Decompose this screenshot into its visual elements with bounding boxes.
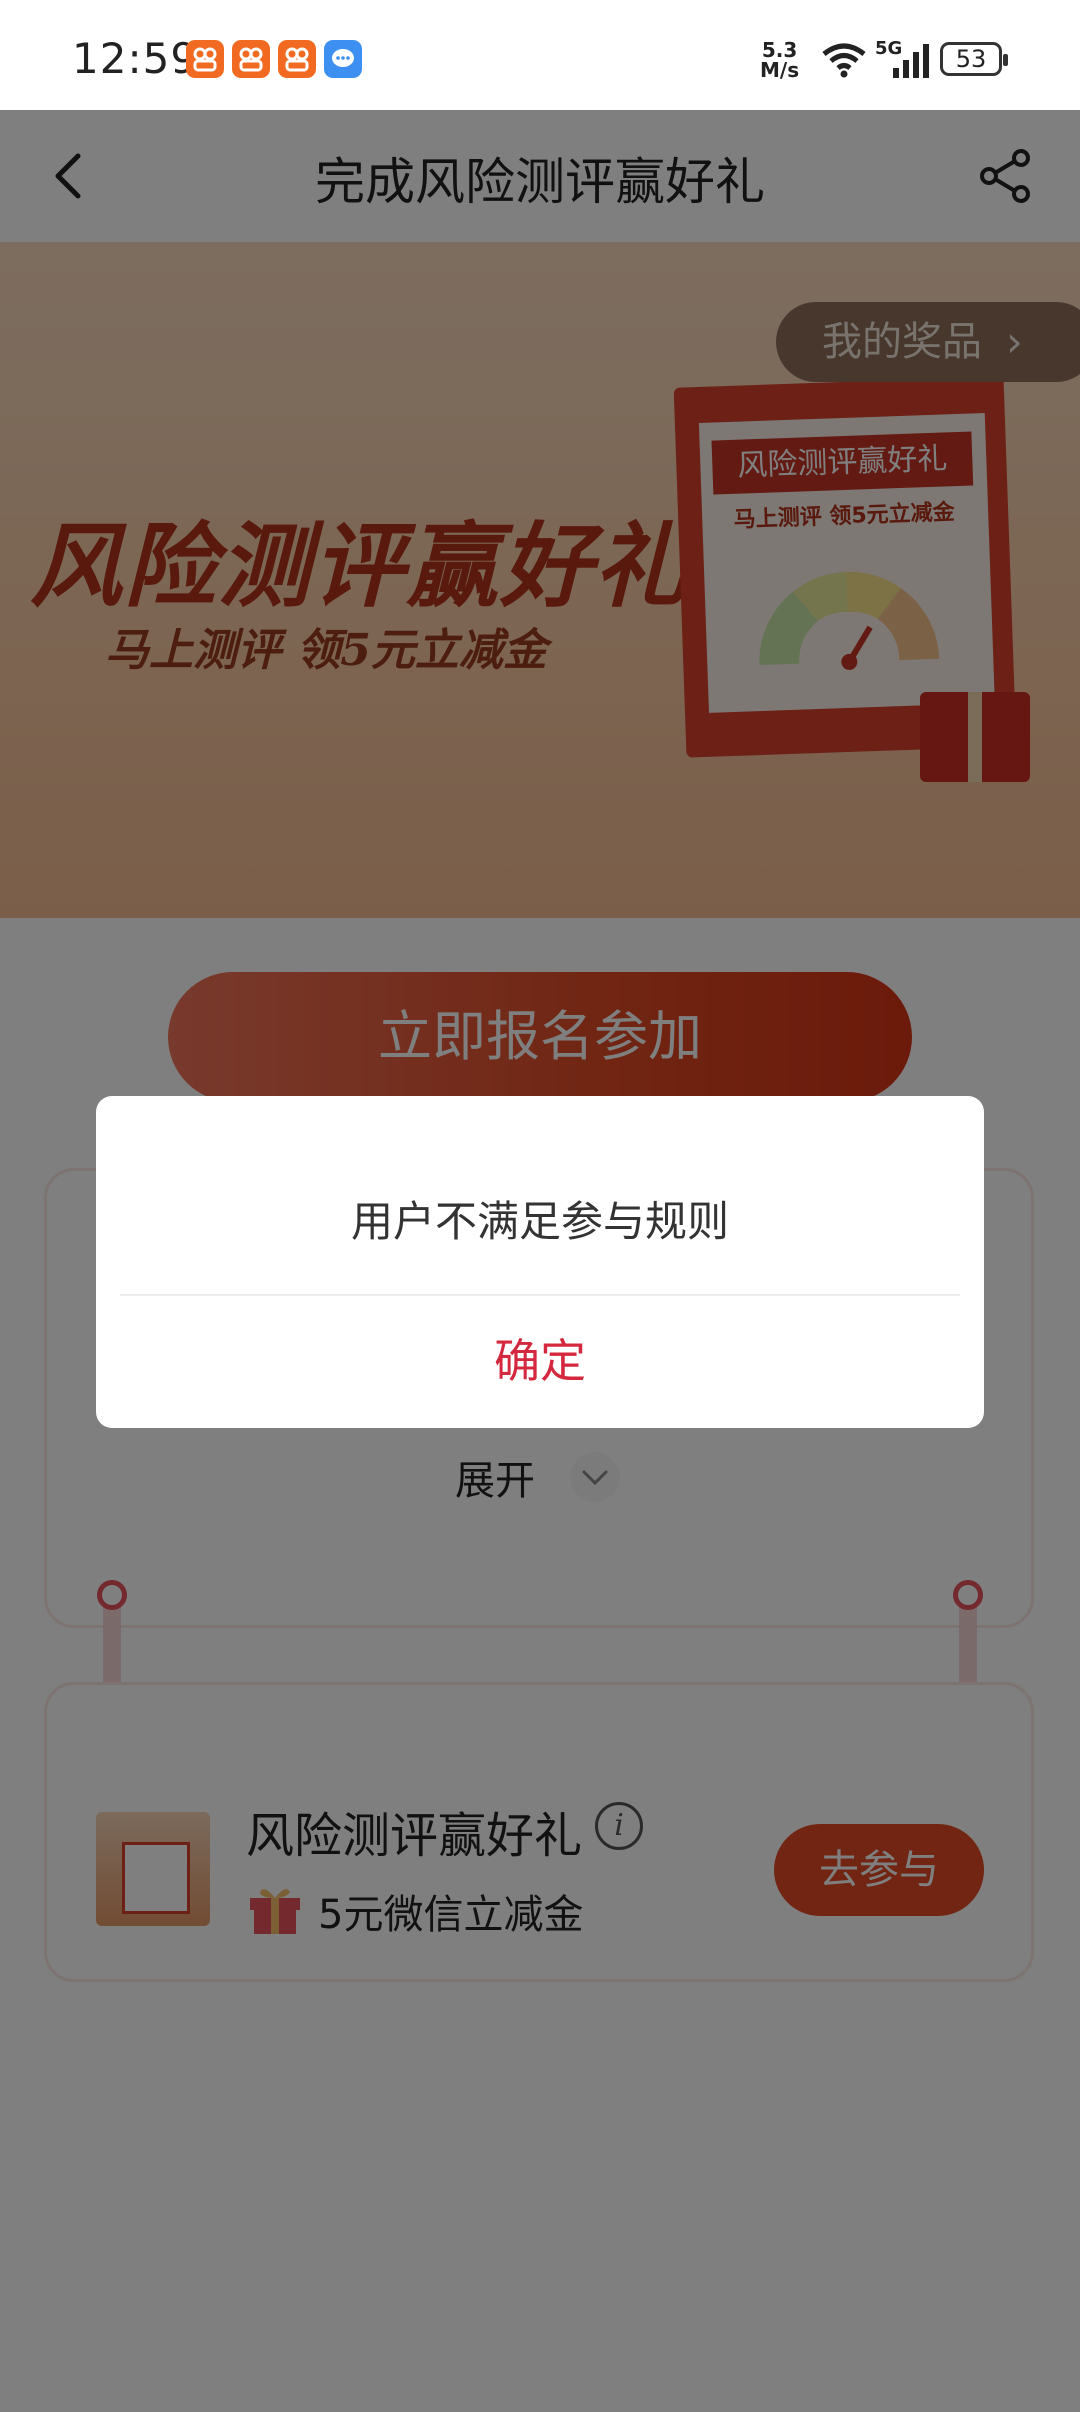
dialog-message: 用户不满足参与规则 — [350, 1197, 729, 1246]
app-notification-icon — [186, 40, 224, 78]
alert-dialog: 用户不满足参与规则 确定 — [96, 1096, 984, 1428]
status-time: 12:59 — [72, 34, 199, 83]
network-speed-value: 5.3 — [761, 38, 798, 62]
wifi-icon — [822, 43, 866, 78]
app-notification-icon — [278, 40, 316, 78]
battery-icon: 53 — [940, 42, 1008, 76]
app-notification-icon — [232, 40, 270, 78]
network-speed-unit: M/s — [760, 58, 800, 82]
battery-level: 53 — [955, 45, 987, 73]
status-bar: 12:59 5.3 M/s 5G 53 — [0, 0, 1080, 110]
network-speed: 5.3 M/s — [760, 40, 799, 80]
confirm-button[interactable]: 确定 — [96, 1294, 984, 1428]
message-notification-icon — [324, 40, 362, 78]
